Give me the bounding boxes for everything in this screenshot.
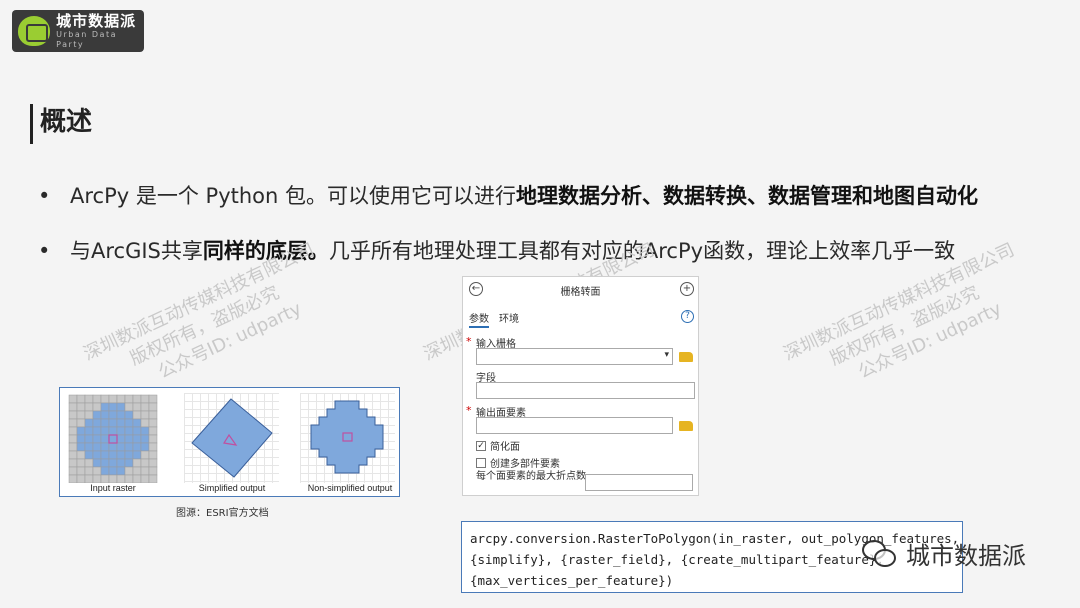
dialog-title: 栅格转面: [560, 287, 601, 298]
panel-label: Simplified output: [198, 483, 266, 493]
required-marker: *: [466, 404, 472, 417]
bullet-bold-text: 地理数据分析、数据转换、数据管理和地图自动化: [516, 184, 978, 208]
raster-to-polygon-figure: Input raster Simplified output Non-simpl…: [59, 387, 400, 497]
bullet-dot-icon: •: [38, 239, 51, 263]
panel-label: Non-simplified output: [307, 483, 393, 493]
raster-to-polygon-tool-dialog: ← 栅格转面 + 参数 环境 ? * 输入栅格 字段 * 输出面要素 ✓ 简化面…: [462, 276, 699, 496]
help-icon[interactable]: ?: [681, 310, 694, 323]
bullet-item: • ArcPy 是一个 Python 包。可以使用它可以进行地理数据分析、数据转换…: [38, 181, 978, 211]
non-simplified-output-image: [300, 393, 395, 483]
wechat-badge: 城市数据派: [862, 536, 1026, 571]
brand-logo: 城市数据派 Urban Data Party: [12, 10, 144, 52]
input-raster-image: [68, 394, 158, 483]
heading-accent-bar: [30, 104, 33, 144]
input-raster-dropdown[interactable]: [476, 348, 673, 365]
tab-parameters[interactable]: 参数: [469, 310, 489, 328]
logo-tagline: Urban Data Party: [56, 30, 117, 49]
simplified-output-image: [184, 393, 279, 483]
checkmark-icon[interactable]: ✓: [476, 440, 486, 451]
field-input[interactable]: [476, 382, 695, 399]
bullet-text: 与ArcGIS共享: [70, 239, 203, 263]
bullet-tail-text: 几乎所有地理处理工具都有对应的ArcPy函数，理论上效率几乎一致: [328, 239, 956, 263]
badge-text: 城市数据派: [906, 542, 1026, 570]
max-vertices-input[interactable]: [585, 474, 693, 491]
tab-environments[interactable]: 环境: [499, 310, 519, 325]
wechat-icon: [862, 538, 900, 570]
multipart-checkbox[interactable]: 创建多部件要素: [476, 455, 560, 470]
bullet-dot-icon: •: [38, 184, 51, 208]
folder-icon[interactable]: [679, 421, 693, 431]
panel-label: Input raster: [90, 483, 136, 493]
plus-icon[interactable]: +: [680, 282, 694, 296]
checkbox-empty-icon[interactable]: [476, 457, 486, 468]
max-vertices-label: 每个面要素的最大折点数: [476, 471, 586, 482]
figure-caption: 图源：ESRI官方文档: [176, 508, 269, 519]
simplify-checkbox[interactable]: ✓ 简化面: [476, 438, 520, 453]
page-title: 概述: [40, 107, 93, 137]
bullet-item: • 与ArcGIS共享同样的底层。几乎所有地理处理工具都有对应的ArcPy函数，理…: [38, 236, 955, 266]
folder-icon[interactable]: [679, 352, 693, 362]
bullet-text: ArcPy 是一个 Python 包。可以使用它可以进行: [70, 184, 516, 208]
output-features-input[interactable]: [476, 417, 673, 434]
required-marker: *: [466, 335, 472, 348]
logo-name: 城市数据派: [56, 12, 137, 30]
logo-icon: [18, 16, 51, 46]
bullet-bold-text: 同样的底层。: [202, 239, 329, 263]
